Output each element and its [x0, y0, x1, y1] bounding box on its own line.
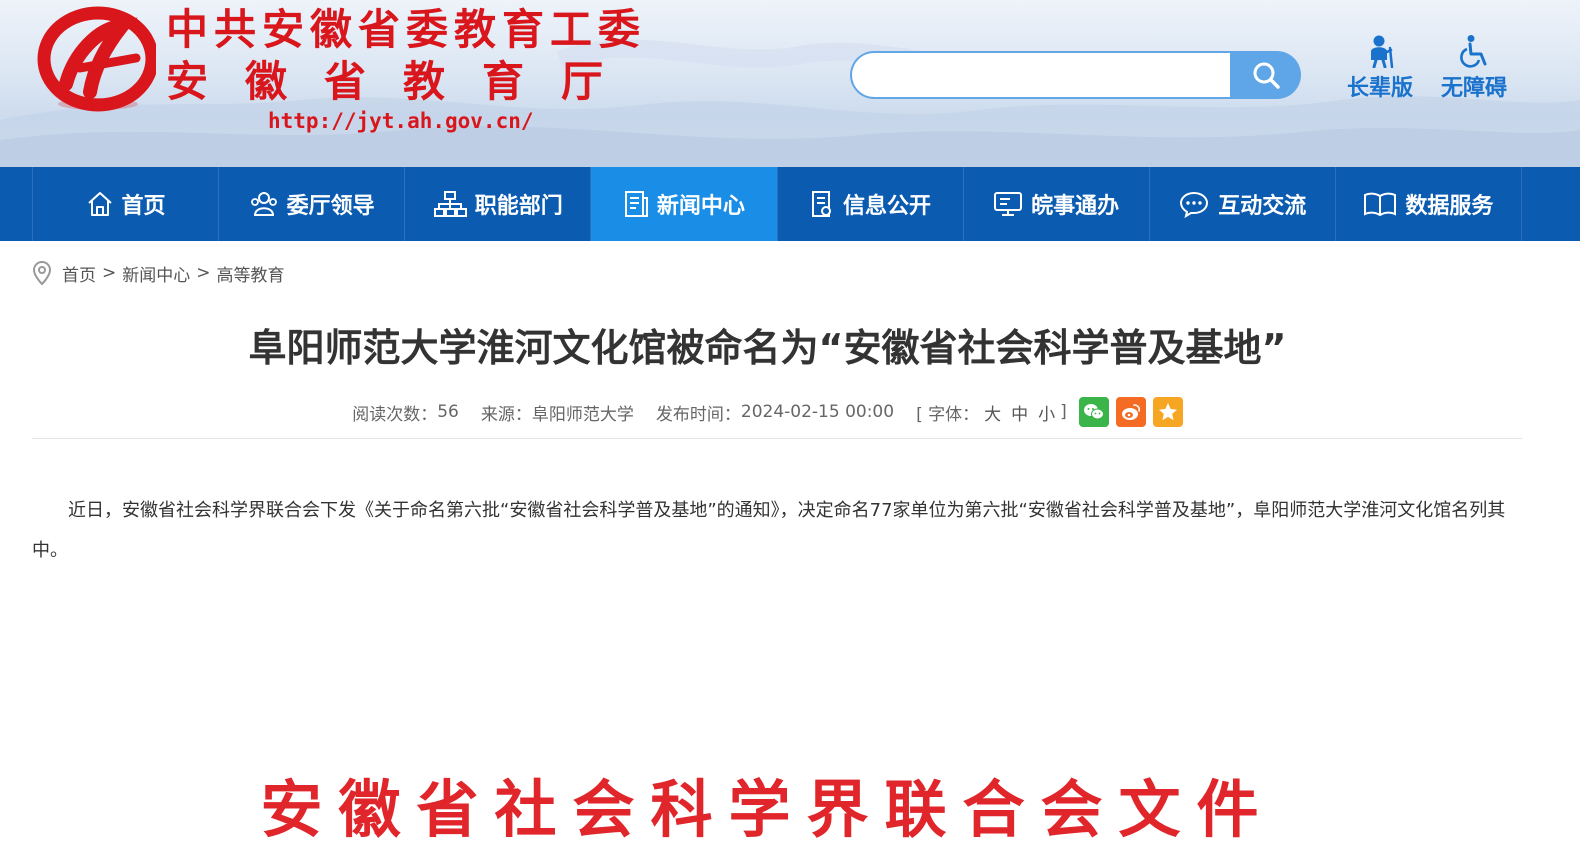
elder-mode-button[interactable]: 长辈版: [1340, 34, 1420, 102]
views-count: 56: [437, 402, 459, 422]
published-label: 发布时间：: [655, 404, 741, 425]
nav-item-departments[interactable]: 职能部门: [405, 167, 592, 241]
nav-item-label: 委厅领导: [286, 194, 375, 219]
share-weibo-button[interactable]: [1115, 397, 1146, 427]
news-document-icon: [624, 191, 648, 217]
breadcrumb-separator: >: [196, 263, 211, 283]
elder-mode-label: 长辈版: [1346, 76, 1413, 101]
source-value: 阜阳师范大学: [531, 404, 634, 425]
main-navigation: 首页 委厅领导 职能部门 新闻中心 信息公开 皖事通办 互动交流 数据服务: [0, 167, 1580, 241]
nav-item-label: 皖事通办: [1031, 194, 1120, 219]
info-document-icon: [812, 191, 832, 217]
source-label: 来源：: [480, 404, 532, 425]
breadcrumb-home[interactable]: 首页: [62, 261, 96, 286]
nav-item-label: 互动交流: [1218, 194, 1307, 219]
search-input[interactable]: [850, 51, 1238, 99]
document-image-heading: 安徽省社会科学界联合会文件: [260, 773, 1275, 846]
share-favorite-button[interactable]: [1152, 397, 1183, 427]
breadcrumb: 首页 > 新闻中心 > 高等教育: [32, 259, 285, 287]
location-pin-icon: [32, 260, 52, 286]
nav-item-data-service[interactable]: 数据服务: [1336, 167, 1522, 241]
org-chart-icon: [433, 191, 467, 217]
nav-item-wanshitong[interactable]: 皖事通办: [964, 167, 1150, 241]
nav-item-label: 首页: [121, 194, 166, 219]
chat-bubble-icon: [1180, 191, 1209, 218]
nav-item-label: 数据服务: [1405, 194, 1494, 219]
article-title: 阜阳师范大学淮河文化馆被命名为“安徽省社会科学普及基地”: [248, 326, 1287, 370]
nav-item-info-disclosure[interactable]: 信息公开: [778, 167, 964, 241]
font-size-medium[interactable]: 中: [1011, 400, 1028, 425]
published-date: 2024-02-15 00:00: [740, 402, 895, 422]
nav-item-label: 信息公开: [843, 194, 932, 219]
leaders-icon: [250, 192, 277, 216]
nav-item-label: 新闻中心: [656, 194, 745, 219]
site-name-line1: 中共安徽省委教育工委: [166, 5, 647, 54]
breadcrumb-higher-education[interactable]: 高等教育: [217, 261, 285, 286]
views-label: 阅读次数：: [352, 404, 438, 425]
share-wechat-button[interactable]: [1078, 397, 1109, 427]
site-logo[interactable]: [36, 6, 156, 112]
site-url[interactable]: http://jyt.ah.gov.cn/: [268, 108, 534, 134]
nav-item-leaders[interactable]: 委厅领导: [219, 167, 406, 241]
breadcrumb-news-center[interactable]: 新闻中心: [122, 261, 190, 286]
elder-person-icon: [1371, 35, 1394, 68]
font-size-large[interactable]: 大: [984, 400, 1001, 425]
nav-item-interaction[interactable]: 互动交流: [1150, 167, 1336, 241]
search-icon: [1253, 62, 1280, 89]
search-button[interactable]: [1230, 51, 1301, 99]
site-header: 中共安徽省委教育工委 安徽省教育厅 http://jyt.ah.gov.cn/ …: [0, 0, 1580, 167]
font-size-small[interactable]: 小: [1038, 400, 1055, 425]
breadcrumb-separator: >: [102, 263, 117, 283]
nav-item-news-center[interactable]: 新闻中心: [591, 167, 778, 241]
site-name-line2: 安徽省教育厅: [166, 57, 641, 106]
favorite-star-icon: [1158, 403, 1177, 421]
accessibility-button[interactable]: 无障碍: [1434, 34, 1514, 102]
home-icon: [87, 192, 112, 216]
font-size-close-bracket: ]: [1060, 402, 1067, 422]
article-meta: 阅读次数： 56 来源： 阜阳师范大学 发布时间： 2024-02-15 00:…: [0, 396, 1535, 428]
monitor-icon: [994, 192, 1023, 216]
nav-item-label: 职能部门: [474, 194, 563, 219]
wechat-icon: [1083, 404, 1104, 420]
title-divider: [32, 438, 1522, 439]
weibo-icon: [1121, 404, 1140, 420]
open-book-icon: [1364, 192, 1397, 217]
nav-item-home[interactable]: 首页: [33, 167, 220, 241]
accessibility-label: 无障碍: [1440, 76, 1507, 101]
article-body-paragraph: 近日，安徽省社会科学界联合会下发《关于命名第六批“安徽省社会科学普及基地”的通知…: [32, 500, 1506, 561]
search-box: [850, 51, 1301, 99]
font-size-label: [ 字体：: [916, 404, 980, 425]
wheelchair-icon: [1460, 35, 1487, 68]
